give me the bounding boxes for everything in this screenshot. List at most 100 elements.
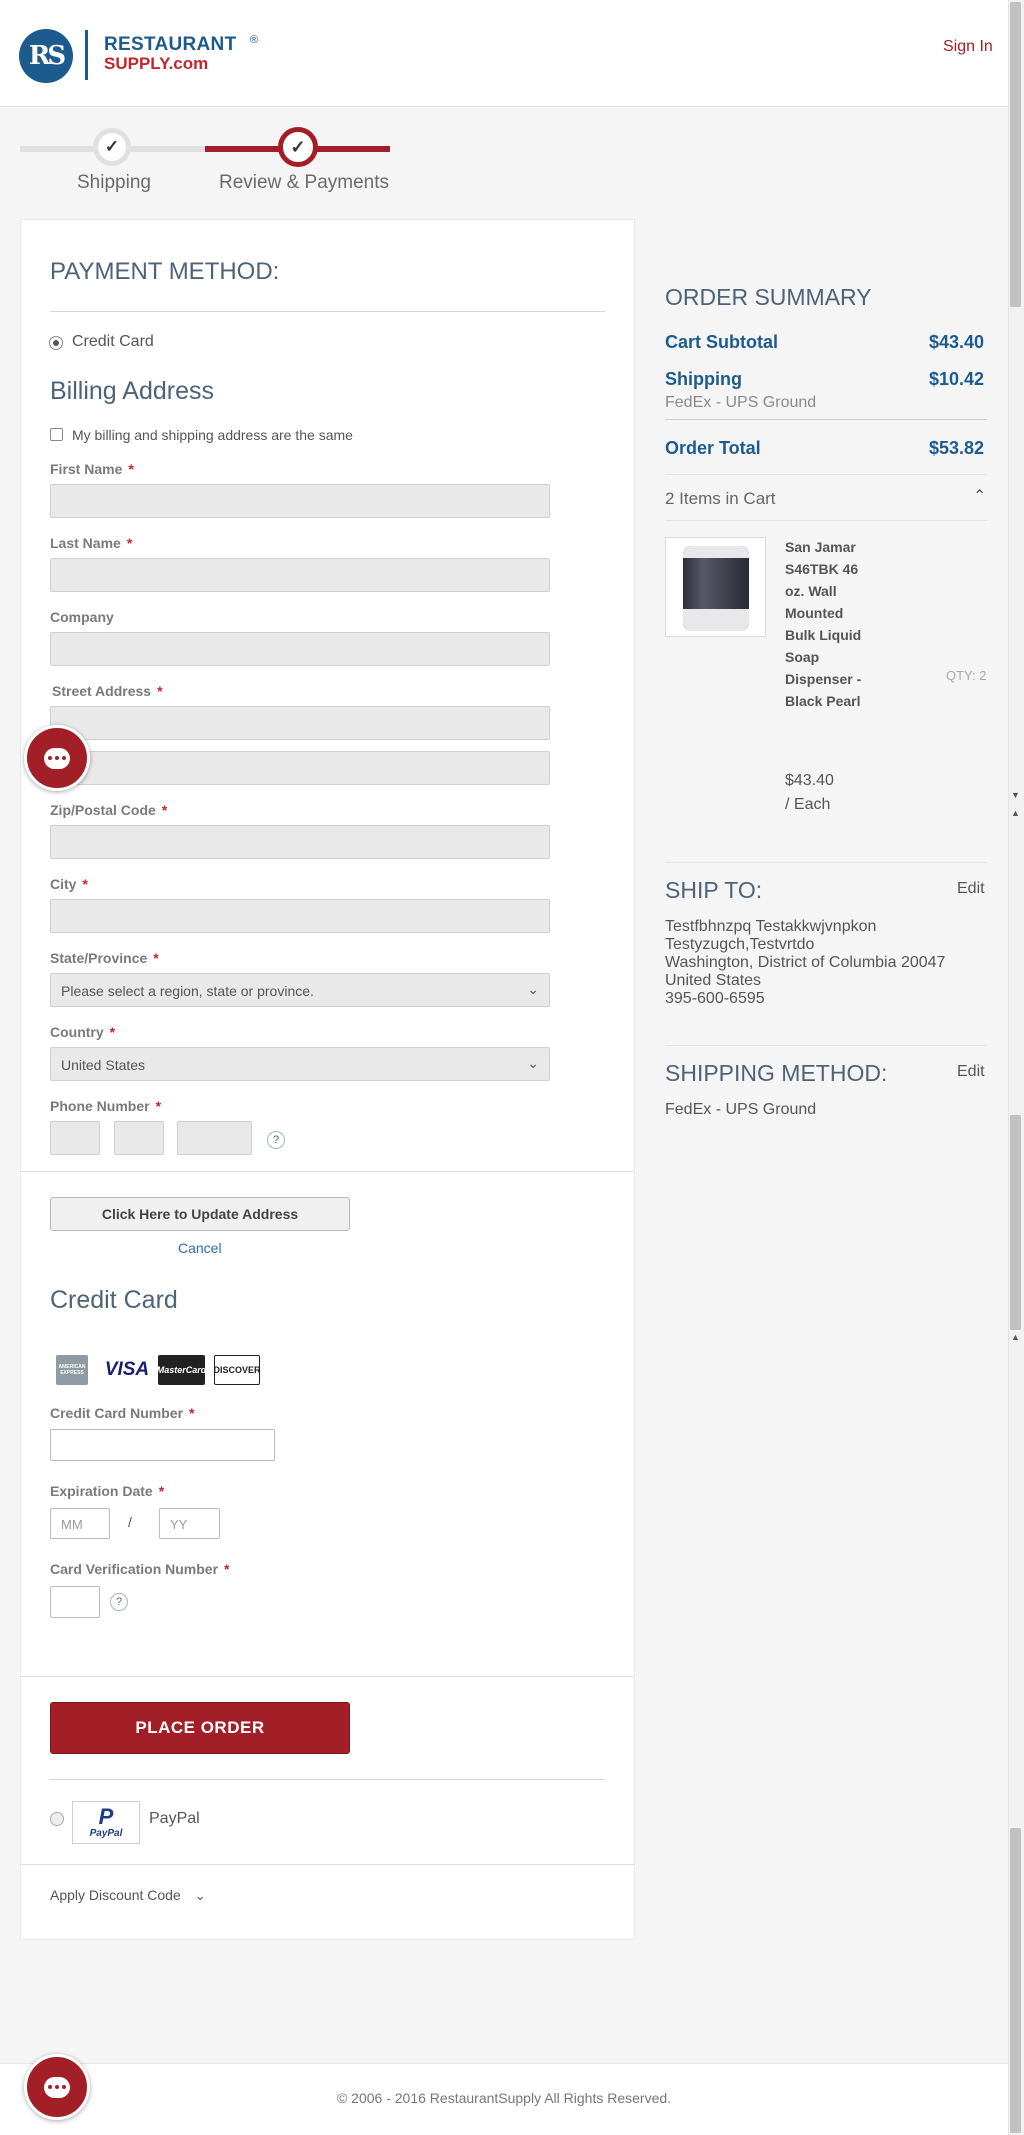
cancel-link[interactable]: Cancel bbox=[178, 1240, 222, 1256]
last-name-label: Last Name * bbox=[50, 535, 133, 551]
chevron-down-icon: ⌄ bbox=[527, 981, 539, 997]
chat-button[interactable] bbox=[24, 2054, 90, 2120]
paypal-radio[interactable] bbox=[50, 1812, 64, 1826]
street-address-label: Street Address * bbox=[52, 683, 163, 699]
first-name-label: First Name * bbox=[50, 461, 134, 477]
product-name: San Jamar S46TBK 46 oz. Wall Mounted Bul… bbox=[785, 539, 862, 709]
logo-text-supply[interactable]: SUPPLY.com bbox=[104, 54, 208, 74]
divider bbox=[21, 1171, 634, 1172]
items-in-cart-toggle[interactable]: 2 Items in Cart bbox=[665, 489, 776, 509]
shipping-method-edit-link[interactable]: Edit bbox=[957, 1063, 985, 1081]
divider bbox=[665, 419, 987, 420]
scroll-up-arrow-icon[interactable]: ▲ bbox=[1011, 1332, 1020, 1342]
credit-card-option-label[interactable]: Credit Card bbox=[72, 333, 154, 351]
ship-to-street: Testyzugch,Testvrtdo bbox=[665, 936, 815, 953]
step-shipping-check-icon: ✓ bbox=[93, 128, 131, 166]
credit-card-radio[interactable] bbox=[49, 336, 63, 350]
paypal-p-icon: P bbox=[98, 1804, 114, 1829]
chevron-down-icon: ⌄ bbox=[527, 1055, 539, 1071]
chat-button[interactable] bbox=[24, 725, 90, 791]
credit-card-title: Credit Card bbox=[50, 1286, 178, 1314]
phone-label: Phone Number * bbox=[50, 1098, 162, 1114]
paypal-logo-text: PayPal bbox=[89, 1828, 123, 1839]
same-address-label[interactable]: My billing and shipping address are the … bbox=[72, 427, 353, 443]
apply-discount-toggle[interactable]: Apply Discount Code ⌄ bbox=[50, 1887, 206, 1904]
logo-divider bbox=[85, 30, 88, 80]
update-address-button[interactable]: Click Here to Update Address bbox=[50, 1197, 350, 1231]
chevron-down-icon: ⌄ bbox=[194, 1888, 206, 1903]
phone-area-code-field[interactable] bbox=[50, 1121, 100, 1155]
step-label-shipping[interactable]: Shipping bbox=[77, 172, 151, 194]
product-image[interactable] bbox=[665, 537, 766, 637]
same-address-checkbox[interactable] bbox=[50, 428, 63, 441]
cvv-label: Card Verification Number * bbox=[50, 1561, 230, 1577]
cvv-field[interactable] bbox=[50, 1586, 100, 1618]
zip-field[interactable] bbox=[50, 825, 550, 859]
paypal-logo: P PayPal bbox=[72, 1801, 140, 1844]
expiration-slash: / bbox=[128, 1514, 132, 1530]
phone-prefix-field[interactable] bbox=[114, 1121, 164, 1155]
cvv-help-icon[interactable]: ? bbox=[110, 1593, 128, 1611]
sign-in-link[interactable]: Sign In bbox=[943, 38, 993, 56]
divider bbox=[50, 1779, 605, 1780]
ship-to-phone: 395-600-6595 bbox=[665, 990, 765, 1007]
chevron-up-icon[interactable]: ⌃ bbox=[973, 486, 986, 506]
place-order-button[interactable]: PLACE ORDER bbox=[50, 1702, 350, 1754]
shipping-method-value: FedEx - UPS Ground bbox=[665, 1101, 817, 1118]
mastercard-icon: MasterCard bbox=[157, 1355, 206, 1385]
divider bbox=[50, 311, 605, 312]
divider bbox=[665, 520, 987, 521]
scroll-down-arrow-icon[interactable]: ▼ bbox=[1011, 790, 1020, 800]
phone-line-field[interactable] bbox=[177, 1121, 252, 1155]
expiration-year-field[interactable]: YY bbox=[159, 1508, 220, 1539]
payment-method-title: PAYMENT METHOD: bbox=[50, 258, 280, 285]
city-label: City * bbox=[50, 876, 88, 892]
scrollbar[interactable] bbox=[1008, 0, 1024, 2135]
cc-number-field[interactable] bbox=[50, 1429, 275, 1461]
logo-icon[interactable]: RS bbox=[19, 29, 73, 83]
expiration-month-field[interactable]: MM bbox=[50, 1508, 110, 1539]
discover-icon: DISCOVER bbox=[214, 1355, 261, 1385]
scroll-up-arrow-icon[interactable]: ▲ bbox=[1011, 808, 1020, 818]
soap-dispenser-image bbox=[683, 546, 749, 631]
order-total-value: $53.82 bbox=[929, 438, 985, 458]
company-label: Company bbox=[50, 609, 114, 625]
copyright-text: © 2006 - 2016 RestaurantSupply All Right… bbox=[336, 2090, 672, 2106]
city-field[interactable] bbox=[50, 899, 550, 933]
shipping-value: $10.42 bbox=[929, 369, 985, 389]
cart-subtotal-label: Cart Subtotal bbox=[665, 332, 779, 352]
product-price: $43.40 bbox=[785, 772, 834, 789]
first-name-field[interactable] bbox=[50, 484, 550, 518]
divider bbox=[665, 1045, 987, 1046]
billing-address-title: Billing Address bbox=[50, 377, 214, 405]
expiration-label: Expiration Date * bbox=[50, 1483, 165, 1499]
company-field[interactable] bbox=[50, 632, 550, 666]
scrollbar-thumb-top[interactable] bbox=[1010, 2, 1021, 307]
paypal-option-label[interactable]: PayPal bbox=[149, 1810, 200, 1828]
visa-icon: VISA bbox=[104, 1359, 150, 1380]
ship-to-name: Testfbhnzpq Testakkwjvnpkon bbox=[665, 918, 877, 935]
cc-number-label: Credit Card Number * bbox=[50, 1405, 195, 1421]
ship-to-edit-link[interactable]: Edit bbox=[957, 880, 985, 898]
step-review-check-icon: ✓ bbox=[278, 127, 318, 167]
state-select[interactable]: Please select a region, state or provinc… bbox=[50, 973, 550, 1007]
state-label: State/Province * bbox=[50, 950, 159, 966]
scrollbar-thumb-middle[interactable] bbox=[1010, 1115, 1021, 1330]
scrollbar-thumb-bottom[interactable] bbox=[1010, 1828, 1021, 2133]
step-label-review: Review & Payments bbox=[219, 172, 390, 193]
ship-to-city: Washington, District of Columbia 20047 bbox=[665, 954, 946, 971]
phone-help-icon[interactable]: ? bbox=[267, 1131, 285, 1149]
product-price-unit: / Each bbox=[785, 796, 831, 813]
zip-label: Zip/Postal Code * bbox=[50, 802, 168, 818]
chat-bubble-icon bbox=[44, 2076, 70, 2098]
last-name-field[interactable] bbox=[50, 558, 550, 592]
logo-text-restaurant[interactable]: RESTAURANT bbox=[104, 34, 236, 56]
country-select[interactable]: United States ⌄ bbox=[50, 1047, 550, 1081]
chat-bubble-icon bbox=[44, 747, 70, 769]
street-address-line2-field[interactable] bbox=[50, 751, 550, 785]
street-address-line1-field[interactable] bbox=[50, 706, 550, 740]
divider bbox=[665, 862, 987, 863]
divider bbox=[21, 1864, 634, 1865]
cart-subtotal-value: $43.40 bbox=[929, 332, 985, 352]
shipping-label: Shipping bbox=[665, 369, 742, 389]
